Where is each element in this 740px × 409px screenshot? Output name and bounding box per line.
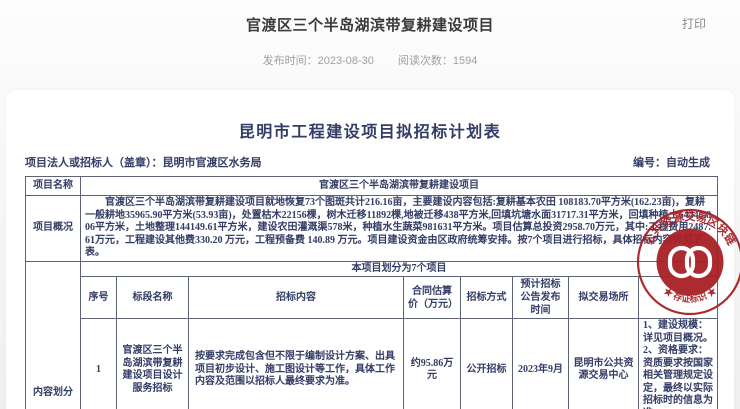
read-count: 阅读次数：1594 [398,52,477,68]
page-header: 官渡区三个半岛湖滨带复耕建设项目 打印 发布时间：2023-08-30 阅读次数… [0,0,740,90]
publish-time: 发布时间：2023-08-30 [263,52,374,68]
header-no: 序号 [81,277,117,319]
header-section: 标段名称 [117,277,189,319]
row-method: 公开招标 [461,319,513,409]
row-section: 官渡区三个半岛湖滨带复耕建设项目设计服务招标 [117,319,189,409]
header-date: 预计招标公告发布时间 [513,277,569,319]
legal-person-line: 项目法人或招标人（盖章）：昆明市官渡区水务局 [25,154,262,170]
table-row: 项目概况 官渡区三个半岛湖滨带复耕建设项目就地恢复73个图斑共计216.16亩，… [26,196,718,262]
document-card: 昆明市工程建设项目拟招标计划表 项目法人或招标人（盖章）：昆明市官渡区水务局 编… [6,90,734,409]
project-name-value: 官渡区三个半岛湖滨带复耕建设项目 [81,177,718,196]
row-remark: 1、建设规模：详见项目概况。2、资格要求：资质要求按国家相关管理规定设定，最终以… [639,319,718,409]
table-row: 1 官渡区三个半岛湖滨带复耕建设项目设计服务招标 按要求完成包含但不限于编制设计… [26,319,718,409]
header-content: 招标内容 [189,277,404,319]
row-no: 1 [81,319,117,409]
table-row: 项目名称 官渡区三个半岛湖滨带复耕建设项目 [26,177,718,196]
document-info-line: 项目法人或招标人（盖章）：昆明市官渡区水务局 编号：自动生成 [25,154,710,170]
header-method: 招标方式 [461,277,513,319]
header-remark [639,277,718,319]
overview-text: 官渡区三个半岛湖滨带复耕建设项目就地恢复73个图斑共计216.16亩，主要建设内… [81,196,718,262]
table-header-row: 序号 标段名称 招标内容 合同估算价（万元） 招标方式 预计招标公告发布时间 拟… [26,277,718,319]
division-value: 本项目划分为7个项目 [81,261,718,277]
project-name-label: 项目名称 [26,177,81,196]
header-venue: 拟交易场所 [569,277,639,319]
page-title: 官渡区三个半岛湖滨带复耕建设项目 [0,14,740,35]
row-venue: 昆明市公共资源交易中心 [569,319,639,409]
row-date: 2023年9月 [513,319,569,409]
row-content: 按要求完成包含但不限于编制设计方案、出具项目初步设计、施工图设计等工作，具体工作… [189,319,404,409]
row-price: 约95.86万元 [404,319,461,409]
serial-line: 编号：自动生成 [633,154,710,170]
table-row: 内容划分 本项目划分为7个项目 [26,261,718,277]
header-price: 合同估算价（万元） [404,277,461,319]
overview-label: 项目概况 [26,196,81,262]
meta-row: 发布时间：2023-08-30 阅读次数：1594 [0,52,740,68]
bid-plan-table: 项目名称 官渡区三个半岛湖滨带复耕建设项目 项目概况 官渡区三个半岛湖滨带复耕建… [25,176,718,409]
document-title: 昆明市工程建设项目拟招标计划表 [6,118,734,142]
division-label: 内容划分 [26,261,81,409]
print-button[interactable]: 打印 [682,15,706,32]
